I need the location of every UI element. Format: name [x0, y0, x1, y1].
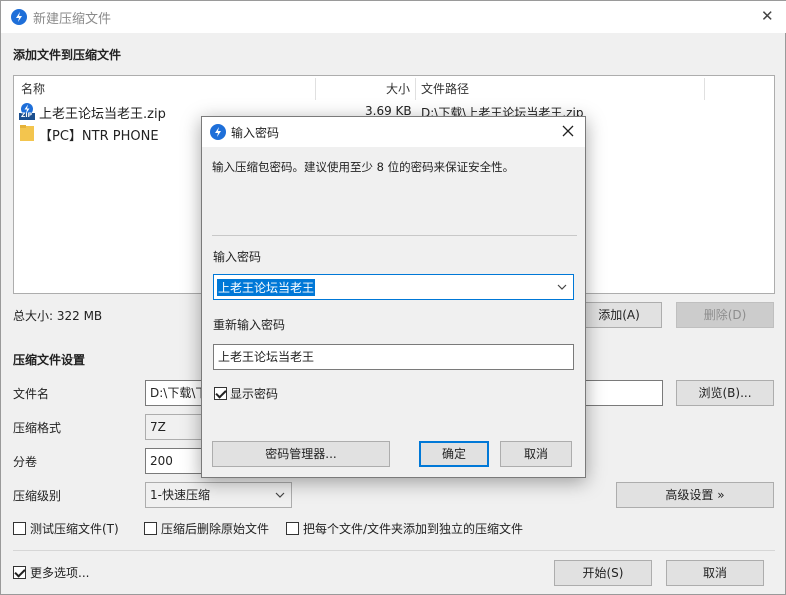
divider — [212, 235, 577, 236]
level-label: 压缩级别 — [13, 489, 62, 503]
reenter-password-field[interactable]: 上老王论坛当老王 — [213, 344, 574, 370]
total-size: 总大小: 322 MB — [13, 309, 103, 323]
delete-after-checkbox[interactable] — [144, 522, 157, 535]
folder-icon — [20, 125, 34, 141]
format-label: 压缩格式 — [13, 421, 62, 435]
password-manager-button[interactable]: 密码管理器... — [212, 441, 390, 467]
dialog-description: 输入压缩包密码。建议使用至少 8 位的密码来保证安全性。 — [212, 160, 515, 174]
format-select[interactable]: 7Z — [145, 414, 207, 440]
more-options-label: 更多选项... — [30, 566, 90, 580]
split-label: 分卷 — [13, 455, 38, 469]
window-close-icon[interactable]: ✕ — [761, 7, 774, 25]
app-logo-icon — [210, 124, 226, 140]
column-separator — [704, 78, 705, 100]
zip-badge: ZIP — [21, 112, 32, 119]
test-archive-label: 测试压缩文件(T) — [30, 522, 119, 536]
password-value: 上老王论坛当老王 — [217, 279, 316, 296]
browse-button[interactable]: 浏览(B)... — [676, 380, 774, 406]
compression-level-select[interactable]: 1-快速压缩 — [145, 482, 292, 508]
dialog-title: 输入密码 — [231, 126, 280, 140]
app-logo-icon — [11, 9, 27, 25]
delete-button[interactable]: 删除(D) — [676, 302, 774, 328]
filename-label: 文件名 — [13, 387, 50, 401]
advanced-settings-button[interactable]: 高级设置 » — [616, 482, 774, 508]
dialog-cancel-button[interactable]: 取消 — [500, 441, 572, 467]
title-bar: 新建压缩文件 ✕ — [1, 1, 786, 33]
dialog-title-bar: 输入密码 — [202, 117, 585, 147]
chevron-down-icon[interactable] — [557, 276, 567, 301]
password-combobox[interactable]: 上老王论坛当老王 — [213, 274, 574, 300]
show-password-label: 显示密码 — [230, 387, 279, 401]
test-archive-checkbox[interactable] — [13, 522, 26, 535]
password-dialog: 输入密码 输入压缩包密码。建议使用至少 8 位的密码来保证安全性。 输入密码 上… — [201, 116, 586, 478]
delete-after-label: 压缩后删除原始文件 — [161, 522, 270, 536]
column-header-size[interactable]: 大小 — [386, 76, 410, 102]
file-name: 上老王论坛当老王.zip — [39, 107, 166, 122]
separate-archives-checkbox[interactable] — [286, 522, 299, 535]
file-name: 【PC】NTR PHONE — [39, 129, 159, 144]
chevron-down-icon — [275, 483, 285, 515]
window-title: 新建压缩文件 — [33, 12, 112, 27]
compression-level-value: 1-快速压缩 — [150, 488, 210, 502]
column-header-path[interactable]: 文件路径 — [421, 76, 469, 102]
ok-button[interactable]: 确定 — [419, 441, 489, 467]
zip-file-icon: ZIP — [19, 103, 35, 120]
divider — [13, 550, 775, 551]
add-files-heading: 添加文件到压缩文件 — [13, 48, 122, 62]
more-options-checkbox[interactable] — [13, 566, 26, 579]
split-size-field[interactable]: 200 — [145, 448, 207, 474]
column-separator — [315, 78, 316, 100]
cancel-button[interactable]: 取消 — [666, 560, 764, 586]
column-header-name[interactable]: 名称 — [21, 76, 45, 102]
dialog-close-icon[interactable] — [561, 124, 575, 141]
separate-archives-label: 把每个文件/文件夹添加到独立的压缩文件 — [303, 522, 524, 536]
column-separator — [415, 78, 416, 100]
show-password-checkbox[interactable] — [214, 387, 227, 400]
password-label: 输入密码 — [213, 250, 262, 264]
start-button[interactable]: 开始(S) — [554, 560, 652, 586]
add-button[interactable]: 添加(A) — [576, 302, 662, 328]
reenter-password-label: 重新输入密码 — [213, 318, 286, 332]
settings-heading: 压缩文件设置 — [13, 353, 86, 367]
